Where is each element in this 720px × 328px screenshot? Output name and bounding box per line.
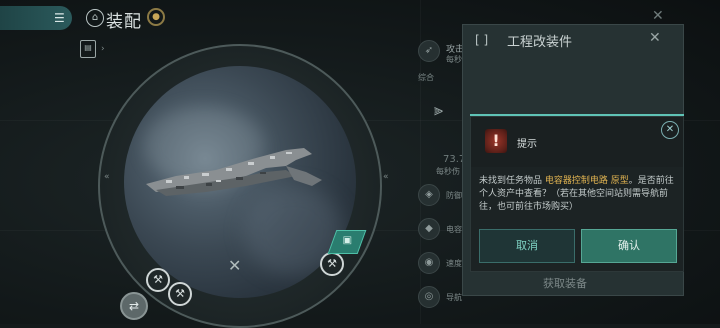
nav-label: 导航	[446, 293, 462, 302]
chevron-right-icon: ›	[101, 44, 105, 54]
message-prefix: 未找到任务物品	[479, 176, 545, 186]
settings-button[interactable]: ●	[147, 8, 165, 26]
dialog-title: 提示	[517, 139, 537, 150]
cancel-button[interactable]: 取消	[479, 229, 575, 263]
attack-icon: ➶	[418, 40, 440, 62]
defense-icon: ◈	[418, 184, 440, 206]
dialog-message: 未找到任务物品 电容器控制电路 原型。是否前往个人资产中查看？（若在其他空间站则…	[479, 175, 679, 214]
selected-module-slot[interactable]: ▣	[327, 230, 367, 254]
dialog-close-button[interactable]: ✕	[661, 121, 679, 139]
gear-icon: ●	[152, 12, 160, 22]
rotate-left-arrow[interactable]: «	[104, 172, 110, 182]
close-icon[interactable]: ✕	[652, 8, 664, 24]
page-title: 装配	[106, 12, 142, 32]
swap-button[interactable]: ⇄	[120, 292, 148, 320]
swap-icon: ⇄	[128, 299, 140, 313]
module-slot[interactable]: ⚒	[320, 252, 344, 276]
prompt-dialog: ! 提示 ✕ 未找到任务物品 电容器控制电路 原型。是否前往个人资产中查看？（若…	[470, 116, 684, 272]
module-slot[interactable]: ⚒	[168, 282, 192, 306]
center-close-icon[interactable]: ✕	[228, 256, 241, 275]
menu-button[interactable]: ☰	[0, 6, 72, 30]
wrench-icon: ⚒	[175, 287, 185, 300]
module-icon: ▣	[342, 235, 353, 246]
speed-icon: ◉	[418, 252, 440, 274]
hamburger-menu-icon: ☰	[54, 11, 65, 25]
capacitor-label: 电容	[446, 225, 462, 234]
nav-icon: ◎	[418, 286, 440, 308]
module-slot[interactable]: ⚒	[146, 268, 170, 292]
ship-model	[146, 148, 322, 196]
capacitor-icon: ◆	[418, 218, 440, 240]
rotate-right-arrow[interactable]: «	[383, 172, 389, 182]
turret-icon: ⫸	[434, 100, 444, 119]
warning-icon: !	[485, 129, 507, 153]
defense-label: 防御	[446, 191, 462, 200]
close-icon[interactable]: ✕	[649, 30, 661, 46]
wrench-icon: ⚒	[327, 257, 337, 270]
dialog-header: ! 提示 ✕	[471, 117, 683, 167]
item-name-link[interactable]: 电容器控制电路 原型	[545, 176, 629, 186]
fitting-card-icon[interactable]: ▤	[80, 40, 96, 58]
attack-sub-label: 每秒	[446, 55, 462, 64]
get-equipment-link[interactable]: 获取装备	[543, 275, 587, 291]
speed-label: 速度	[446, 259, 462, 268]
ship-assembly-icon: ⌂	[86, 9, 104, 27]
wrench-icon: ⚒	[153, 273, 163, 286]
engineering-panel-title: 工程改装件	[507, 35, 573, 50]
stat-value-sub: 每秒伤	[436, 167, 460, 176]
overview-label: 综合	[418, 73, 434, 82]
close-icon: ✕	[665, 124, 675, 135]
bracket-icon: [ ]	[475, 33, 489, 47]
confirm-button[interactable]: 确认	[581, 229, 677, 263]
